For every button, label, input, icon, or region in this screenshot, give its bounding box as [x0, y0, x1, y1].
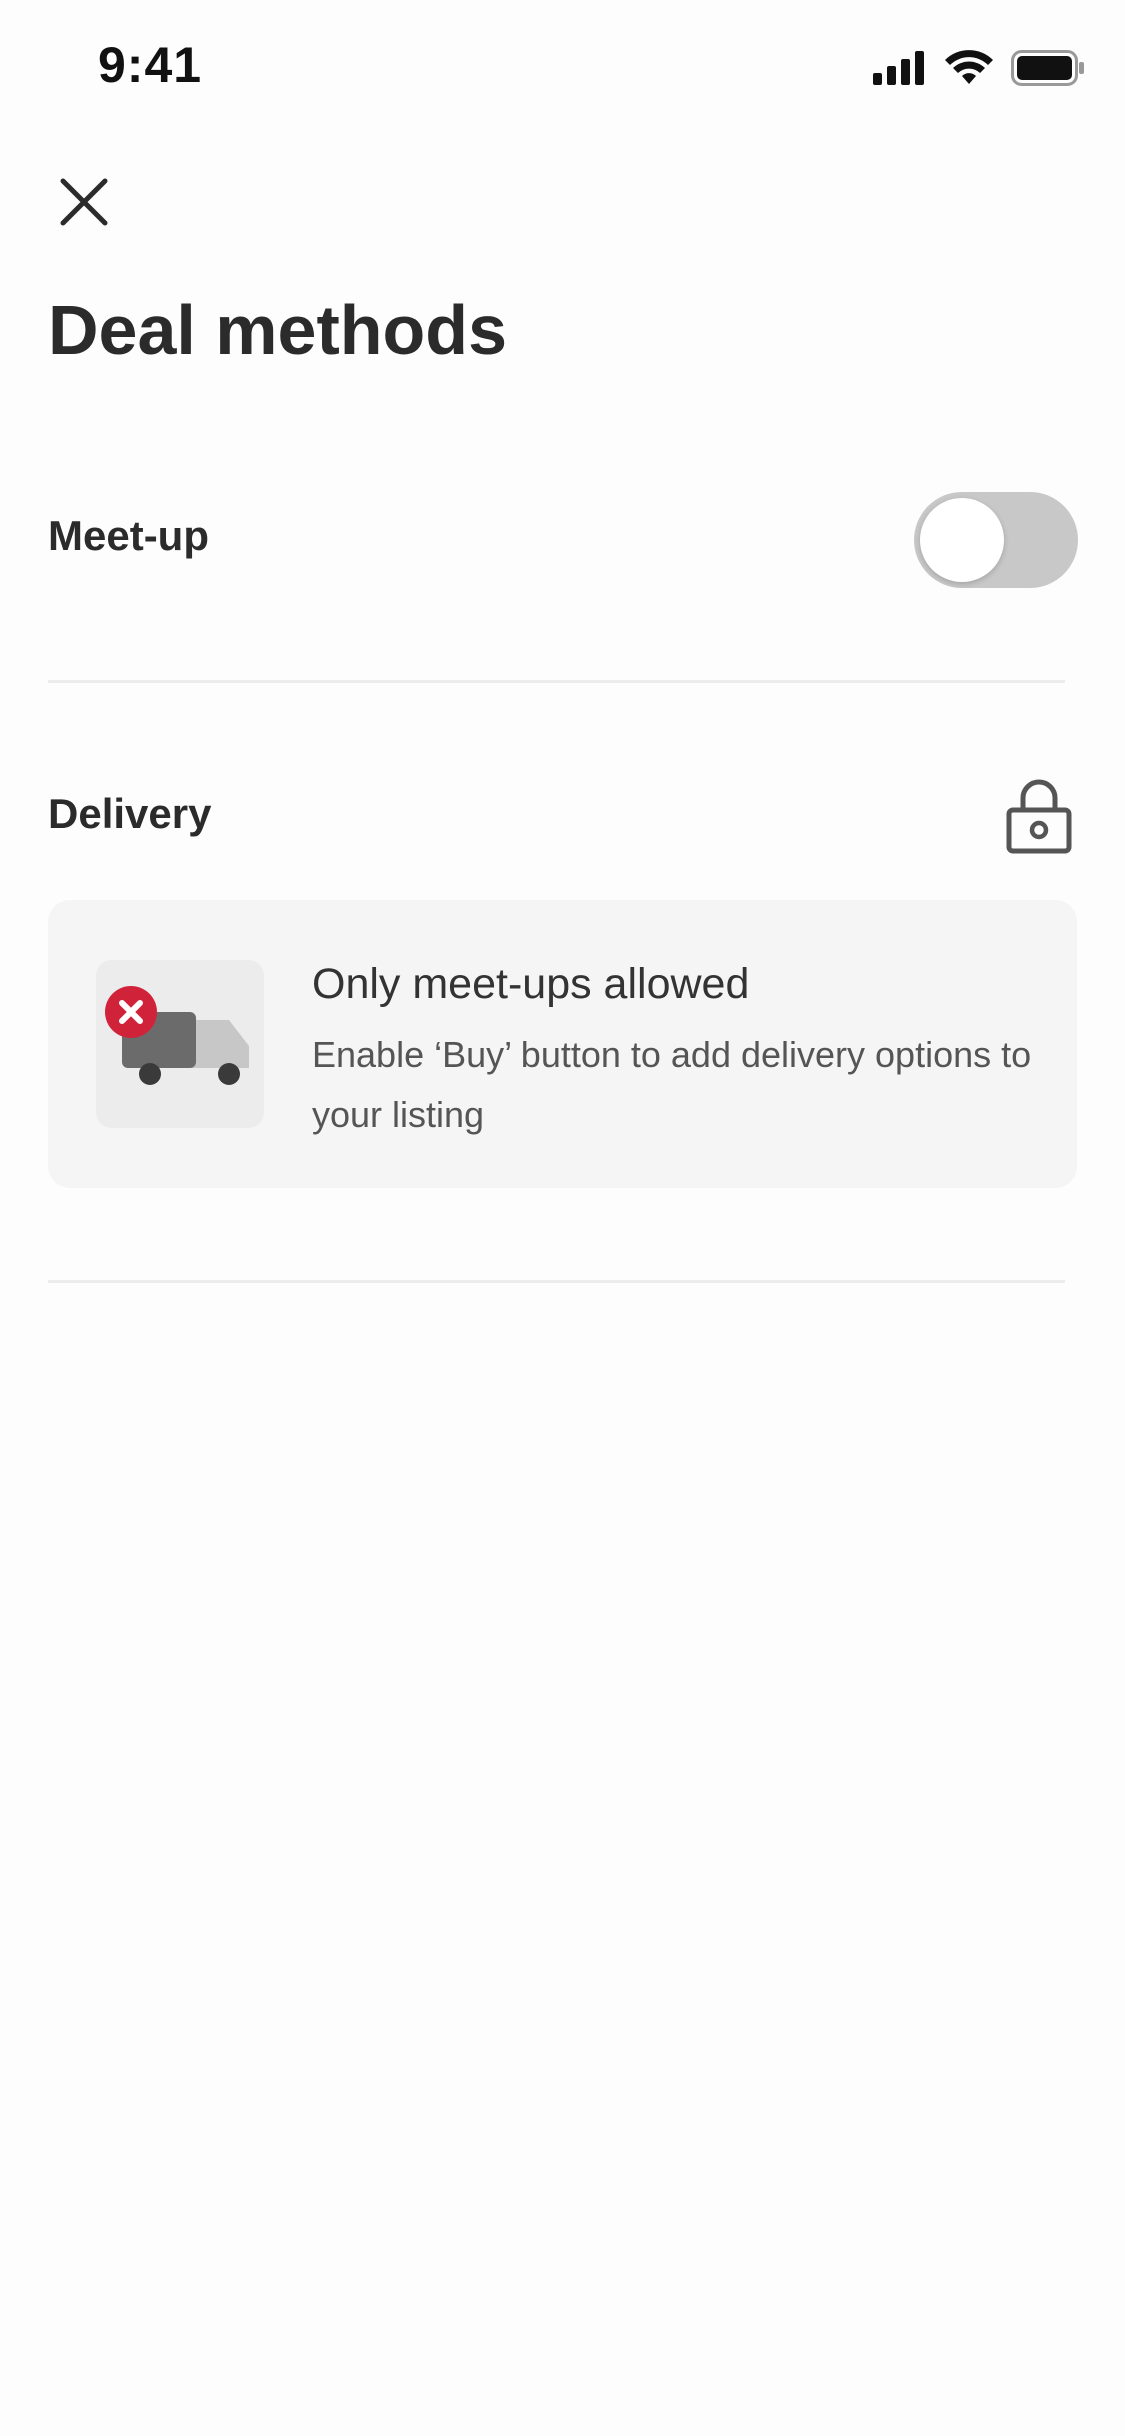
- divider: [48, 1280, 1065, 1283]
- meetup-label: Meet-up: [48, 512, 209, 559]
- truck-disabled-icon: [105, 986, 249, 1085]
- card-title: Only meet-ups allowed: [312, 960, 750, 1008]
- lock-icon: [1006, 779, 1072, 854]
- close-icon: [60, 178, 108, 226]
- divider: [48, 680, 1065, 683]
- status-icons: [873, 48, 1085, 88]
- signal-icon: [873, 51, 924, 85]
- card-thumbnail: [96, 960, 264, 1128]
- wifi-icon: [945, 50, 993, 84]
- meetup-toggle[interactable]: [914, 492, 1078, 588]
- status-time: 9:41: [98, 37, 203, 93]
- delivery-label: Delivery: [48, 790, 212, 837]
- toggle-knob: [920, 498, 1004, 582]
- close-button[interactable]: [52, 170, 116, 234]
- status-bar: 9:41: [0, 0, 1125, 140]
- battery-icon: [1011, 50, 1084, 86]
- card-description: Enable ‘Buy’ button to add delivery opti…: [312, 1034, 1032, 1135]
- page-title: Deal methods: [48, 291, 507, 369]
- delivery-info-card: Only meet-ups allowed Enable ‘Buy’ butto…: [48, 900, 1077, 1188]
